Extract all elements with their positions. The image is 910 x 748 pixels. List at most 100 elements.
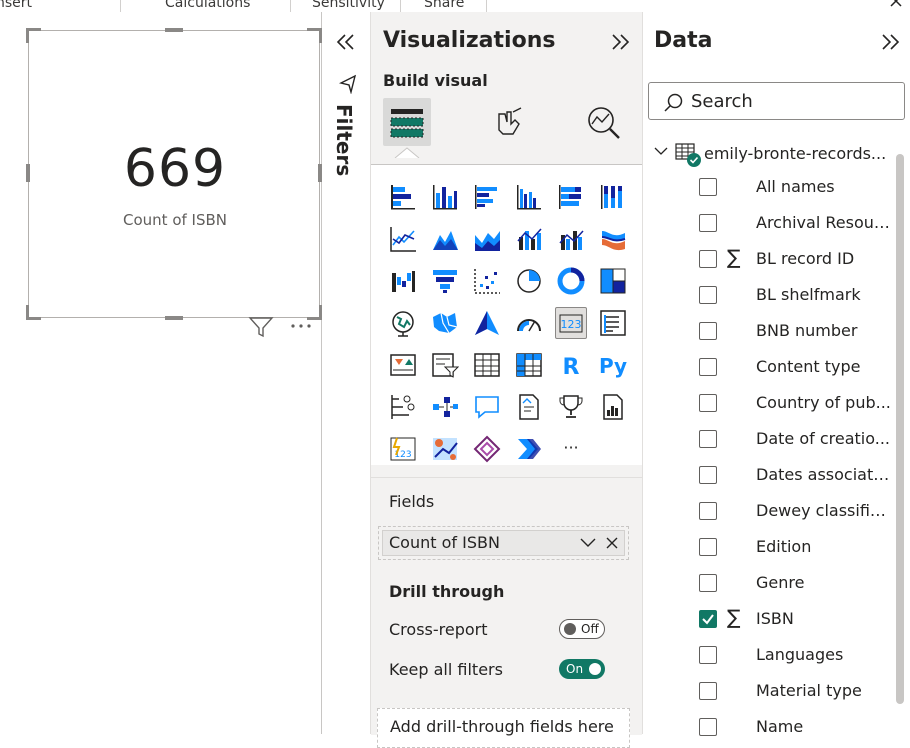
area-chart-icon[interactable] bbox=[429, 223, 461, 255]
field-row[interactable]: Name bbox=[643, 710, 893, 746]
resize-corner[interactable] bbox=[26, 305, 41, 320]
field-checkbox[interactable] bbox=[699, 610, 717, 628]
ribbon-tab-insert[interactable]: nsert bbox=[0, 0, 32, 11]
field-checkbox[interactable] bbox=[699, 214, 717, 232]
matrix-icon[interactable] bbox=[513, 349, 545, 381]
close-icon[interactable] bbox=[889, 0, 903, 8]
field-checkbox[interactable] bbox=[699, 574, 717, 592]
search-box[interactable]: Search bbox=[648, 82, 905, 120]
collapse-right-icon[interactable] bbox=[879, 32, 901, 52]
field-checkbox[interactable] bbox=[699, 322, 717, 340]
field-row[interactable]: Country of pub... bbox=[643, 386, 893, 422]
resize-handle[interactable] bbox=[165, 316, 183, 320]
field-checkbox[interactable] bbox=[699, 718, 717, 736]
keep-filters-toggle[interactable]: On bbox=[559, 659, 605, 679]
scatter-chart-icon[interactable] bbox=[471, 265, 503, 297]
r-visual-icon[interactable]: R bbox=[555, 349, 587, 381]
field-pill[interactable]: Count of ISBN bbox=[382, 530, 625, 556]
line-chart-icon[interactable] bbox=[387, 223, 419, 255]
field-checkbox[interactable] bbox=[699, 286, 717, 304]
filled-map-icon[interactable] bbox=[429, 307, 461, 339]
power-automate-icon[interactable] bbox=[513, 433, 545, 465]
build-visual-tab[interactable] bbox=[383, 98, 431, 146]
chevron-down-icon[interactable] bbox=[579, 537, 597, 549]
field-checkbox[interactable] bbox=[699, 358, 717, 376]
key-influencers-icon[interactable] bbox=[387, 391, 419, 423]
map-icon[interactable] bbox=[387, 307, 419, 339]
pie-chart-icon[interactable] bbox=[513, 265, 545, 297]
kpi-icon[interactable] bbox=[387, 349, 419, 381]
qa-icon[interactable] bbox=[471, 391, 503, 423]
decomposition-tree-icon[interactable] bbox=[429, 391, 461, 423]
multi-row-card-icon[interactable] bbox=[597, 307, 629, 339]
chevron-down-icon[interactable] bbox=[653, 146, 669, 158]
ribbon-tab-share[interactable]: Share bbox=[424, 0, 464, 11]
field-checkbox[interactable] bbox=[699, 178, 717, 196]
ribbon-chart-icon[interactable] bbox=[597, 223, 629, 255]
drill-through-well[interactable]: Add drill-through fields here bbox=[377, 708, 630, 748]
format-visual-tab[interactable] bbox=[485, 98, 533, 146]
funnel-icon[interactable] bbox=[429, 265, 461, 297]
filters-label[interactable]: Filters bbox=[332, 104, 356, 176]
100-stacked-bar-chart-icon[interactable] bbox=[555, 181, 587, 213]
field-row[interactable]: BNB number bbox=[643, 314, 893, 350]
table-node[interactable]: emily-bronte-records... bbox=[643, 140, 910, 170]
field-row[interactable]: All names bbox=[643, 170, 893, 206]
metrics-icon[interactable] bbox=[555, 391, 587, 423]
paginated-report-icon[interactable] bbox=[597, 391, 629, 423]
collapse-right-icon[interactable] bbox=[609, 32, 631, 52]
table-icon[interactable] bbox=[471, 349, 503, 381]
line-and-clustered-column-icon[interactable] bbox=[555, 223, 587, 255]
stacked-column-chart-icon[interactable] bbox=[429, 181, 461, 213]
smart-narrative-icon[interactable] bbox=[513, 391, 545, 423]
more-visuals-icon[interactable]: ··· bbox=[555, 433, 587, 465]
card-visual[interactable]: 669 Count of ISBN bbox=[26, 28, 322, 320]
100-stacked-column-chart-icon[interactable] bbox=[597, 181, 629, 213]
filter-icon[interactable] bbox=[248, 315, 274, 339]
resize-corner[interactable] bbox=[307, 305, 322, 320]
stacked-bar-chart-icon[interactable] bbox=[387, 181, 419, 213]
slicer-icon[interactable] bbox=[429, 349, 461, 381]
more-options-icon[interactable] bbox=[289, 320, 315, 332]
python-visual-icon[interactable]: Py bbox=[597, 349, 629, 381]
stacked-area-chart-icon[interactable] bbox=[471, 223, 503, 255]
ribbon-tab-calculations[interactable]: Calculations bbox=[165, 0, 250, 11]
gauge-icon[interactable] bbox=[513, 307, 545, 339]
collapse-left-icon[interactable] bbox=[335, 32, 357, 52]
scrollbar[interactable] bbox=[896, 154, 904, 704]
field-row[interactable]: BL shelfmark bbox=[643, 278, 893, 314]
field-row[interactable]: Content type bbox=[643, 350, 893, 386]
field-row[interactable]: Dates associate... bbox=[643, 458, 893, 494]
field-row[interactable]: Dewey classific... bbox=[643, 494, 893, 530]
resize-handle[interactable] bbox=[165, 28, 183, 32]
field-checkbox[interactable] bbox=[699, 466, 717, 484]
search-input[interactable]: Search bbox=[691, 91, 753, 112]
field-row[interactable]: ∑ ISBN bbox=[643, 602, 893, 638]
report-canvas[interactable]: 669 Count of ISBN bbox=[0, 12, 322, 734]
field-row[interactable]: Languages bbox=[643, 638, 893, 674]
power-apps-icon[interactable]: 123 bbox=[387, 433, 419, 465]
field-row[interactable]: Date of creatio... bbox=[643, 422, 893, 458]
field-row[interactable]: Material type bbox=[643, 674, 893, 710]
fields-well[interactable]: Count of ISBN bbox=[378, 526, 629, 560]
arcgis-map-icon[interactable] bbox=[429, 433, 461, 465]
clustered-column-chart-icon[interactable] bbox=[513, 181, 545, 213]
cross-report-toggle[interactable]: Off bbox=[559, 619, 605, 639]
field-row[interactable]: Edition bbox=[643, 530, 893, 566]
card-icon[interactable]: 123 bbox=[555, 307, 587, 339]
filters-pane[interactable]: Filters bbox=[322, 12, 371, 734]
field-checkbox[interactable] bbox=[699, 394, 717, 412]
ribbon-tab-sensitivity[interactable]: Sensitivity bbox=[312, 0, 385, 11]
power-apps-diamond-icon[interactable] bbox=[471, 433, 503, 465]
field-row[interactable]: ∑ BL record ID bbox=[643, 242, 893, 278]
resize-corner[interactable] bbox=[26, 28, 41, 43]
waterfall-chart-icon[interactable] bbox=[387, 265, 419, 297]
field-row[interactable]: Archival Resour... bbox=[643, 206, 893, 242]
field-checkbox[interactable] bbox=[699, 502, 717, 520]
analytics-tab[interactable] bbox=[579, 98, 627, 146]
azure-map-icon[interactable] bbox=[471, 307, 503, 339]
field-checkbox[interactable] bbox=[699, 682, 717, 700]
remove-field-icon[interactable] bbox=[605, 536, 619, 550]
field-checkbox[interactable] bbox=[699, 646, 717, 664]
field-checkbox[interactable] bbox=[699, 538, 717, 556]
